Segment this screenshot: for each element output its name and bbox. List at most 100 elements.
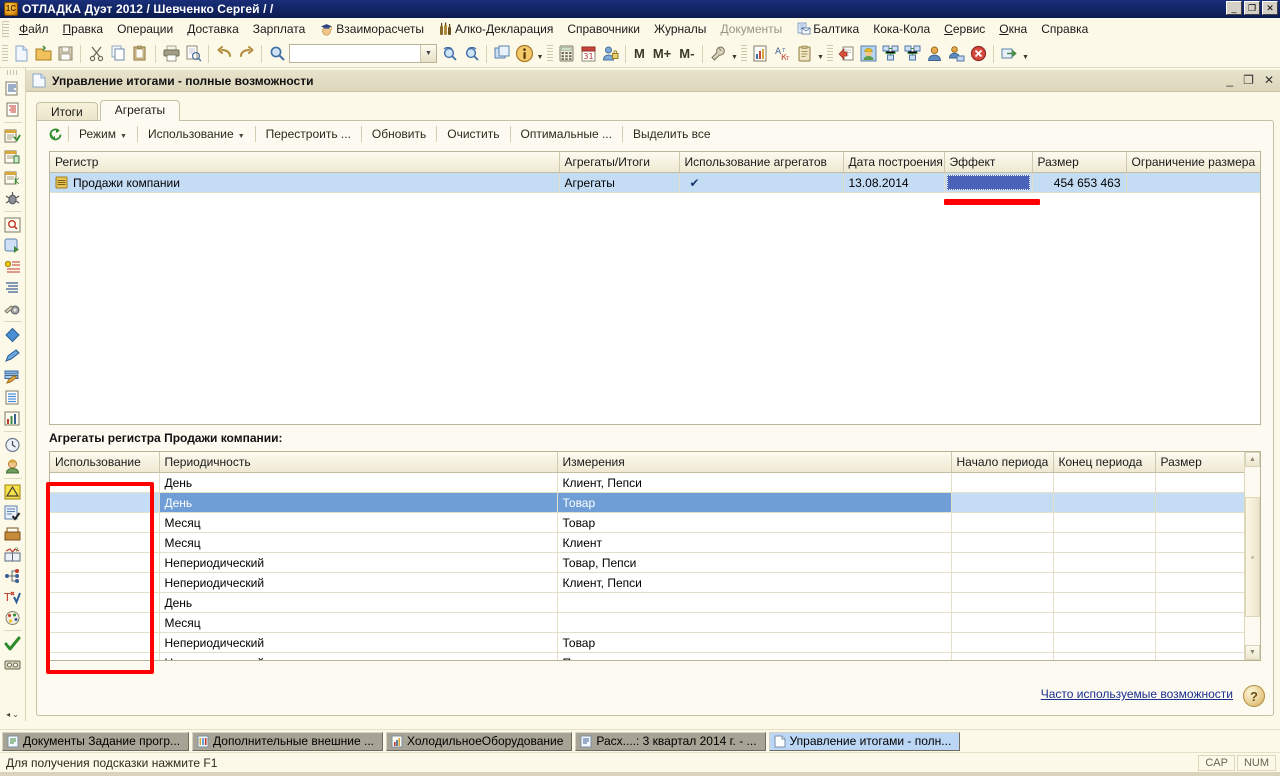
windows-cascade-icon[interactable]	[491, 43, 513, 65]
col-aggregates-totals[interactable]: Агрегаты/Итоги	[559, 152, 680, 173]
form-check-icon[interactable]	[2, 502, 24, 523]
menu-item-alco-declaration[interactable]: Алко-Декларация	[431, 20, 560, 38]
cmd-clear-button[interactable]: Очистить	[439, 125, 507, 143]
col-periodicity[interactable]: Периодичность	[159, 452, 558, 473]
exit-dropdown-caret-icon[interactable]: ▼	[1020, 43, 1030, 65]
cell-period-start[interactable]	[951, 612, 1054, 633]
card-file-icon[interactable]	[2, 523, 24, 544]
scroll-up-button[interactable]: ▲	[1245, 452, 1260, 467]
cell-size-limit[interactable]	[1126, 172, 1260, 193]
cell-aggregates-totals[interactable]: Агрегаты	[559, 172, 680, 193]
cell-period-end[interactable]	[1053, 532, 1156, 553]
rail-overflow-controls[interactable]: ◂ ⌄	[6, 710, 19, 721]
toolbar-grip-handle-4[interactable]	[827, 44, 834, 63]
undo-arrow-icon[interactable]	[213, 43, 235, 65]
print-icon[interactable]	[160, 43, 182, 65]
worker-helmet-icon[interactable]	[857, 43, 879, 65]
cell-period-end[interactable]	[1053, 612, 1156, 633]
find-prev-icon[interactable]	[460, 43, 482, 65]
cell-dimensions[interactable]: Товар	[557, 632, 952, 653]
cell-dimensions[interactable]: Товар, Пепси	[557, 552, 952, 573]
cmd-mode-button[interactable]: Режим ▼	[71, 125, 135, 143]
memory-sub-button[interactable]: M-	[675, 46, 698, 61]
tab-totals[interactable]: Итоги	[36, 102, 98, 122]
report-chart-icon[interactable]	[749, 43, 771, 65]
search-input[interactable]	[290, 45, 420, 62]
menu-item-cocacola[interactable]: Кока-Кола	[866, 20, 937, 38]
table-row[interactable]: Продажи компании Агрегаты ✔ 13.08.2014 4…	[50, 172, 1260, 193]
tree-nodes-icon[interactable]	[2, 565, 24, 586]
scroll-thumb[interactable]	[1245, 497, 1260, 617]
cell-size[interactable]	[1155, 512, 1244, 533]
cell-period-end[interactable]	[1053, 572, 1156, 593]
cell-periodicity[interactable]: Месяц	[159, 512, 558, 533]
table-row[interactable]: Непериодический Товар, Пепси	[50, 552, 1244, 573]
cell-use-aggregates-check[interactable]: ✔	[679, 172, 844, 193]
refresh-green-icon[interactable]	[44, 123, 66, 145]
network-sync-icon[interactable]	[879, 43, 901, 65]
cell-usage[interactable]	[50, 492, 160, 513]
col-register[interactable]: Регистр	[50, 152, 560, 173]
cell-usage[interactable]	[50, 652, 160, 660]
col-period-start[interactable]: Начало периода	[951, 452, 1054, 473]
calendar-doc-k-icon[interactable]: K	[2, 167, 24, 188]
tape-cassette-icon[interactable]	[2, 654, 24, 675]
tab-aggregates[interactable]: Агрегаты	[99, 100, 181, 121]
menu-item-file[interactable]: Файл	[12, 20, 56, 38]
cell-size[interactable]	[1155, 492, 1244, 513]
cell-dimensions[interactable]	[557, 612, 952, 633]
col-usage[interactable]: Использование	[50, 452, 160, 473]
cmd-optimal-button[interactable]: Оптимальные ...	[513, 125, 620, 143]
cmd-select-all-button[interactable]: Выделить все	[625, 125, 719, 143]
table-row[interactable]: День Товар	[50, 492, 1244, 513]
cell-usage[interactable]	[50, 552, 160, 573]
cell-size[interactable]	[1155, 592, 1244, 613]
cell-period-end[interactable]	[1053, 512, 1156, 533]
cell-period-end[interactable]	[1053, 652, 1156, 660]
rail-grip-handle[interactable]	[6, 70, 19, 75]
cell-periodicity[interactable]: День	[159, 592, 558, 613]
menu-item-baltika[interactable]: Балтика	[789, 20, 866, 38]
cell-size[interactable]	[1155, 552, 1244, 573]
clipboard-dropdown-caret-icon[interactable]: ▼	[815, 43, 825, 65]
search-combo[interactable]: ▼	[289, 44, 437, 63]
find-next-icon[interactable]	[438, 43, 460, 65]
help-button[interactable]: ?	[1243, 685, 1265, 707]
cell-register[interactable]: Продажи компании	[50, 172, 560, 193]
scroll-down-button[interactable]: ▼	[1245, 645, 1260, 660]
cell-period-start[interactable]	[951, 632, 1054, 653]
calendar-doc-green-icon[interactable]	[2, 125, 24, 146]
table-row[interactable]: Месяц Клиент	[50, 532, 1244, 553]
registers-grid[interactable]: Регистр Агрегаты/Итоги Использование агр…	[49, 151, 1261, 425]
bug-debug-icon[interactable]	[2, 188, 24, 209]
close-button[interactable]: ✕	[1262, 1, 1278, 15]
menu-item-edit[interactable]: Правка	[56, 20, 111, 38]
aggregates-vertical-scrollbar[interactable]: ▲ ▼	[1244, 452, 1260, 660]
cell-size[interactable]	[1155, 612, 1244, 633]
query-magnifier-icon[interactable]	[2, 214, 24, 235]
list-pencil-icon[interactable]	[2, 366, 24, 387]
table-row[interactable]: Непериодический Клиент, Пепси	[50, 572, 1244, 593]
cell-usage[interactable]	[50, 532, 160, 553]
maximize-button[interactable]: ❐	[1244, 1, 1260, 15]
cell-dimensions[interactable]: Клиент	[557, 532, 952, 553]
menu-item-service[interactable]: Сервис	[937, 20, 992, 38]
cell-periodicity[interactable]: Непериодический	[159, 652, 558, 660]
taskbar-item-totals-management[interactable]: Управление итогами - полн...	[768, 731, 961, 751]
spellcheck-icon[interactable]: AтКт	[771, 43, 793, 65]
cell-dimensions[interactable]: Клиент, Пепси	[557, 472, 952, 493]
list-lines-icon[interactable]	[2, 277, 24, 298]
window-run-icon[interactable]	[2, 235, 24, 256]
menu-item-settlements[interactable]: Взаиморасчеты	[312, 20, 431, 38]
doc-indent-icon[interactable]	[2, 99, 24, 120]
cut-scissors-icon[interactable]	[85, 43, 107, 65]
cell-build-date[interactable]: 13.08.2014	[843, 172, 945, 193]
cell-period-start[interactable]	[951, 512, 1054, 533]
cmd-usage-button[interactable]: Использование ▼	[140, 125, 253, 143]
table-row[interactable]: Месяц	[50, 612, 1244, 633]
cell-size[interactable]	[1155, 572, 1244, 593]
cell-periodicity[interactable]: День	[159, 492, 558, 513]
col-dimensions[interactable]: Измерения	[557, 452, 952, 473]
cell-usage[interactable]	[50, 592, 160, 613]
gear-pen-icon[interactable]	[2, 298, 24, 319]
